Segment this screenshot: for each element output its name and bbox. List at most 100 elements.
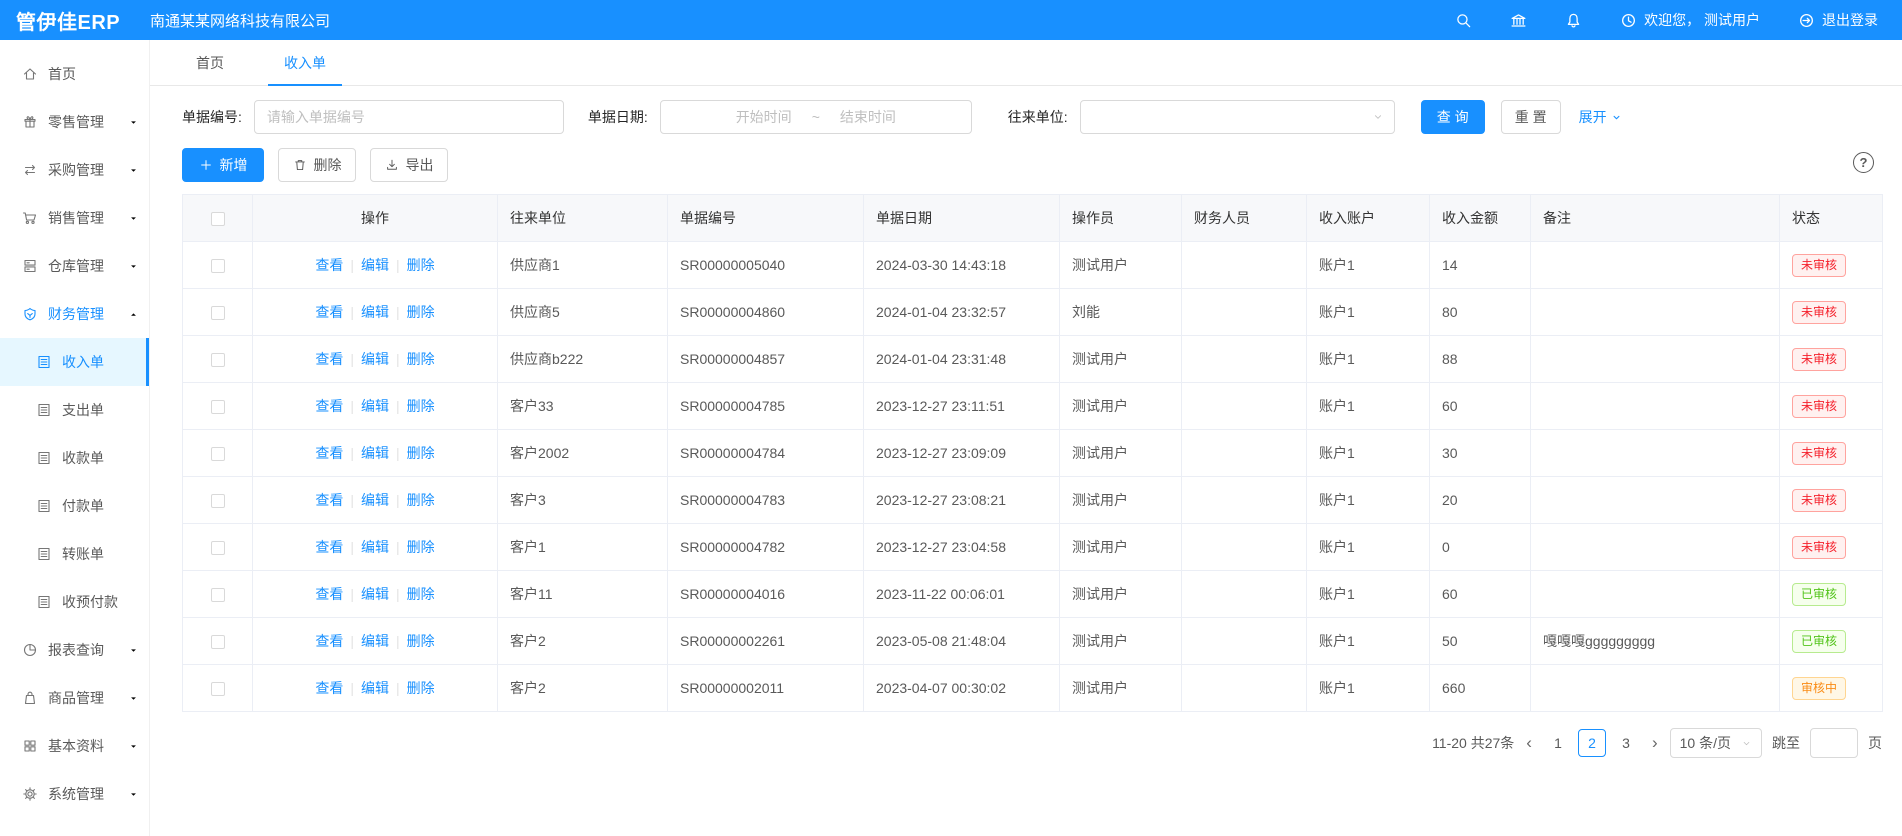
next-page-arrow[interactable]: › <box>1650 733 1660 753</box>
page-number-2[interactable]: 2 <box>1578 729 1606 757</box>
delete-link[interactable]: 删除 <box>407 539 435 555</box>
delete-link[interactable]: 删除 <box>407 398 435 414</box>
edit-link[interactable]: 编辑 <box>361 586 389 602</box>
row-checkbox[interactable] <box>211 635 225 649</box>
tab-home[interactable]: 首页 <box>190 40 230 85</box>
cell-partner: 客户11 <box>498 571 668 618</box>
delete-link[interactable]: 删除 <box>407 257 435 273</box>
view-link[interactable]: 查看 <box>315 492 343 508</box>
jump-page-input[interactable] <box>1810 728 1858 758</box>
sidebar-item-label: 首页 <box>48 64 76 84</box>
sidebar-item-system[interactable]: 系统管理 <box>0 770 149 818</box>
sidebar-item-basic[interactable]: 基本资料 <box>0 722 149 770</box>
logout-button[interactable]: 退出登录 <box>1798 10 1878 30</box>
edit-link[interactable]: 编辑 <box>361 633 389 649</box>
edit-link[interactable]: 编辑 <box>361 398 389 414</box>
bank-icon[interactable] <box>1510 12 1527 29</box>
view-link[interactable]: 查看 <box>315 304 343 320</box>
view-link[interactable]: 查看 <box>315 257 343 273</box>
delete-link[interactable]: 删除 <box>407 445 435 461</box>
search-icon[interactable] <box>1455 12 1472 29</box>
row-checkbox[interactable] <box>211 259 225 273</box>
add-button[interactable]: 新增 <box>182 148 264 182</box>
sidebar-item-finance[interactable]: 财务管理 <box>0 290 149 338</box>
sidebar-item-warehouse[interactable]: 仓库管理 <box>0 242 149 290</box>
doc-icon <box>36 498 52 514</box>
view-link[interactable]: 查看 <box>315 633 343 649</box>
sidebar-item-transfer[interactable]: 转账单 <box>0 530 149 578</box>
cell-finance <box>1182 336 1307 383</box>
row-checkbox[interactable] <box>211 494 225 508</box>
cell-operator: 测试用户 <box>1060 571 1182 618</box>
expand-link[interactable]: 展开 <box>1579 107 1622 127</box>
page-size-select[interactable]: 10 条/页 <box>1670 728 1762 758</box>
date-range-picker[interactable]: 开始时间 ~ 结束时间 <box>660 100 972 134</box>
delete-link[interactable]: 删除 <box>407 492 435 508</box>
bill-no-input[interactable] <box>254 100 564 134</box>
chevron-down-icon <box>128 261 139 272</box>
edit-link[interactable]: 编辑 <box>361 680 389 696</box>
edit-link[interactable]: 编辑 <box>361 304 389 320</box>
reset-button[interactable]: 重 置 <box>1501 100 1561 134</box>
delete-button[interactable]: 删除 <box>278 148 356 182</box>
sidebar-item-payment[interactable]: 付款单 <box>0 482 149 530</box>
view-link[interactable]: 查看 <box>315 445 343 461</box>
date-start-placeholder: 开始时间 <box>736 107 792 127</box>
cell-remark <box>1531 242 1780 289</box>
edit-link[interactable]: 编辑 <box>361 492 389 508</box>
edit-link[interactable]: 编辑 <box>361 539 389 555</box>
view-link[interactable]: 查看 <box>315 539 343 555</box>
page-number-1[interactable]: 1 <box>1544 729 1572 757</box>
help-icon[interactable]: ? <box>1853 152 1874 173</box>
sidebar-item-goods[interactable]: 商品管理 <box>0 674 149 722</box>
search-button[interactable]: 查 询 <box>1421 100 1485 134</box>
sidebar-item-income[interactable]: 收入单 <box>0 338 149 386</box>
cell-remark <box>1531 430 1780 477</box>
delete-link[interactable]: 删除 <box>407 351 435 367</box>
column-header: 备注 <box>1531 195 1780 242</box>
sidebar-item-purchase[interactable]: 采购管理 <box>0 146 149 194</box>
row-checkbox[interactable] <box>211 541 225 555</box>
export-button[interactable]: 导出 <box>370 148 448 182</box>
sidebar-item-label: 支出单 <box>62 400 104 420</box>
edit-link[interactable]: 编辑 <box>361 257 389 273</box>
tab-income[interactable]: 收入单 <box>278 40 332 85</box>
row-checkbox[interactable] <box>211 588 225 602</box>
sidebar-item-advance[interactable]: 收预付款 <box>0 578 149 626</box>
delete-link[interactable]: 删除 <box>407 586 435 602</box>
view-link[interactable]: 查看 <box>315 351 343 367</box>
date-end-placeholder: 结束时间 <box>840 107 896 127</box>
row-checkbox[interactable] <box>211 682 225 696</box>
sidebar-item-retail[interactable]: 零售管理 <box>0 98 149 146</box>
view-link[interactable]: 查看 <box>315 398 343 414</box>
edit-link[interactable]: 编辑 <box>361 351 389 367</box>
sidebar-item-home[interactable]: 首页 <box>0 50 149 98</box>
delete-link[interactable]: 删除 <box>407 633 435 649</box>
delete-link[interactable]: 删除 <box>407 304 435 320</box>
sidebar-item-reports[interactable]: 报表查询 <box>0 626 149 674</box>
row-checkbox[interactable] <box>211 400 225 414</box>
cell-bill-no: SR00000004857 <box>668 336 864 383</box>
delete-link[interactable]: 删除 <box>407 680 435 696</box>
cell-status: 未审核 <box>1780 336 1883 383</box>
row-checkbox[interactable] <box>211 353 225 367</box>
edit-link[interactable]: 编辑 <box>361 445 389 461</box>
view-link[interactable]: 查看 <box>315 680 343 696</box>
doc-icon <box>36 450 52 466</box>
sidebar-item-expense[interactable]: 支出单 <box>0 386 149 434</box>
select-all-checkbox[interactable] <box>211 212 225 226</box>
page-number-3[interactable]: 3 <box>1612 729 1640 757</box>
cell-bill-no: SR00000004783 <box>668 477 864 524</box>
row-checkbox[interactable] <box>211 306 225 320</box>
topbar-right: 欢迎您， 测试用户 退出登录 <box>1455 10 1902 30</box>
cell-bill-no: SR00000004860 <box>668 289 864 336</box>
sidebar-item-receipt[interactable]: 收款单 <box>0 434 149 482</box>
prev-page-arrow[interactable]: ‹ <box>1524 733 1534 753</box>
row-checkbox[interactable] <box>211 447 225 461</box>
bell-icon[interactable] <box>1565 12 1582 29</box>
table-head: 操作往来单位单据编号单据日期操作员财务人员收入账户收入金额备注状态 <box>183 195 1883 242</box>
view-link[interactable]: 查看 <box>315 586 343 602</box>
partner-select[interactable] <box>1080 100 1395 134</box>
cell-date: 2024-01-04 23:32:57 <box>864 289 1060 336</box>
sidebar-item-sales[interactable]: 销售管理 <box>0 194 149 242</box>
